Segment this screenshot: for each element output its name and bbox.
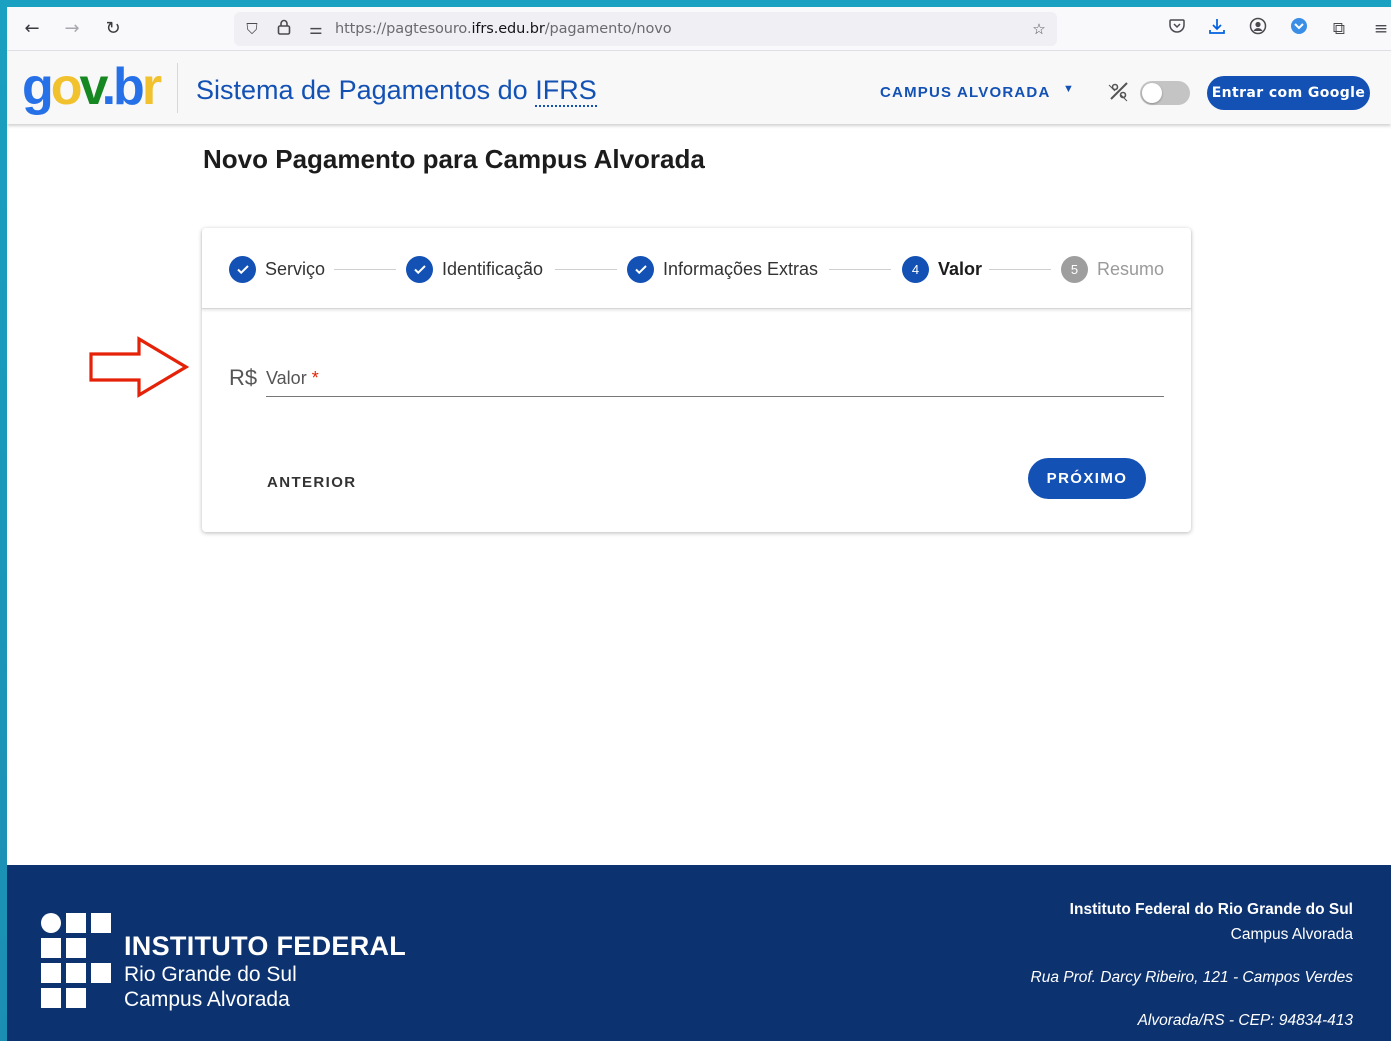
previous-button[interactable]: ANTERIOR	[267, 474, 357, 491]
step-number: 5	[1061, 255, 1088, 283]
next-button[interactable]: PRÓXIMO	[1028, 458, 1146, 499]
if-logo-subtitle: Rio Grande do Sul	[124, 963, 297, 986]
footer-address: Rua Prof. Darcy Ribeiro, 121 - Campos Ve…	[1030, 969, 1353, 986]
contrast-toggle[interactable]	[1140, 81, 1190, 105]
annotation-arrow-icon	[89, 336, 189, 398]
footer: INSTITUTO FEDERAL Rio Grande do Sul Camp…	[7, 865, 1391, 1041]
step-number: 4	[902, 255, 929, 283]
extension-icon[interactable]	[1287, 17, 1311, 41]
caret-down-icon[interactable]: ▼	[1063, 83, 1074, 95]
bookmark-star-icon[interactable]: ☆	[1029, 19, 1049, 39]
address-bar[interactable]: ⛉ ⚌ https://pagtesouro.ifrs.edu.br/pagam…	[234, 12, 1057, 46]
check-icon	[406, 255, 433, 283]
currency-prefix: R$	[229, 365, 258, 390]
stepper-header: Serviço Identificação Informações Extras…	[202, 228, 1191, 309]
app-title: Sistema de Pagamentos do IFRS	[196, 75, 597, 107]
step-label: Informações Extras	[663, 258, 819, 279]
step-informacoes-extras[interactable]: Informações Extras	[627, 255, 818, 283]
footer-city: Alvorada/RS - CEP: 94834-413	[1137, 1012, 1353, 1029]
url-text[interactable]: https://pagtesouro.ifrs.edu.br/pagamento…	[335, 21, 672, 37]
campus-select[interactable]: CAMPUS ALVORADA	[880, 84, 1051, 101]
step-label: Identificação	[442, 258, 544, 279]
reload-icon[interactable]: ↻	[101, 17, 125, 41]
step-connector	[334, 269, 396, 270]
check-icon	[627, 255, 654, 283]
step-valor[interactable]: 4 Valor	[902, 255, 982, 283]
browser-toolbar: ← → ↻ ⛉ ⚌ https://pagtesouro.ifrs.edu.br…	[7, 7, 1391, 51]
step-label: Resumo	[1097, 258, 1165, 279]
downloads-icon[interactable]	[1205, 17, 1229, 41]
extensions-puzzle-icon[interactable]: ⧉	[1327, 17, 1351, 41]
high-contrast-icon	[1107, 79, 1131, 109]
shield-icon[interactable]: ⛉	[242, 19, 262, 39]
step-connector	[555, 269, 617, 270]
valor-input[interactable]	[266, 396, 1164, 397]
pocket-icon[interactable]	[1165, 17, 1189, 41]
header-divider	[177, 63, 178, 113]
toggle-knob	[1142, 83, 1162, 103]
browser-window: ← → ↻ ⛉ ⚌ https://pagtesouro.ifrs.edu.br…	[7, 7, 1391, 1041]
app-header: gov.br Sistema de Pagamentos do IFRS CAM…	[7, 51, 1391, 124]
footer-institution: Instituto Federal do Rio Grande do Sul	[1069, 901, 1353, 918]
step-label: Serviço	[265, 258, 326, 279]
if-logo-campus: Campus Alvorada	[124, 988, 290, 1011]
forward-icon[interactable]: →	[60, 17, 84, 41]
step-label: Valor	[938, 258, 983, 279]
step-resumo: 5 Resumo	[1061, 255, 1164, 283]
payment-stepper-card: Serviço Identificação Informações Extras…	[202, 228, 1191, 532]
menu-icon[interactable]: ≡	[1369, 17, 1391, 41]
if-logo-title: INSTITUTO FEDERAL	[124, 931, 407, 961]
step-connector	[989, 269, 1051, 270]
if-logo-icon	[41, 913, 111, 1008]
step-servico[interactable]: Serviço	[229, 255, 325, 283]
valor-field-label[interactable]: Valor *	[266, 368, 319, 389]
account-icon[interactable]	[1246, 17, 1270, 41]
govbr-logo[interactable]: gov.br	[22, 57, 162, 117]
back-icon[interactable]: ←	[20, 17, 44, 41]
footer-campus: Campus Alvorada	[1230, 926, 1353, 943]
google-login-button[interactable]: Entrar com Google	[1207, 76, 1370, 110]
lock-icon[interactable]	[274, 19, 294, 39]
step-identificacao[interactable]: Identificação	[406, 255, 543, 283]
check-icon	[229, 255, 256, 283]
permissions-icon[interactable]: ⚌	[306, 19, 326, 39]
page-title: Novo Pagamento para Campus Alvorada	[203, 144, 705, 174]
step-connector	[829, 269, 891, 270]
